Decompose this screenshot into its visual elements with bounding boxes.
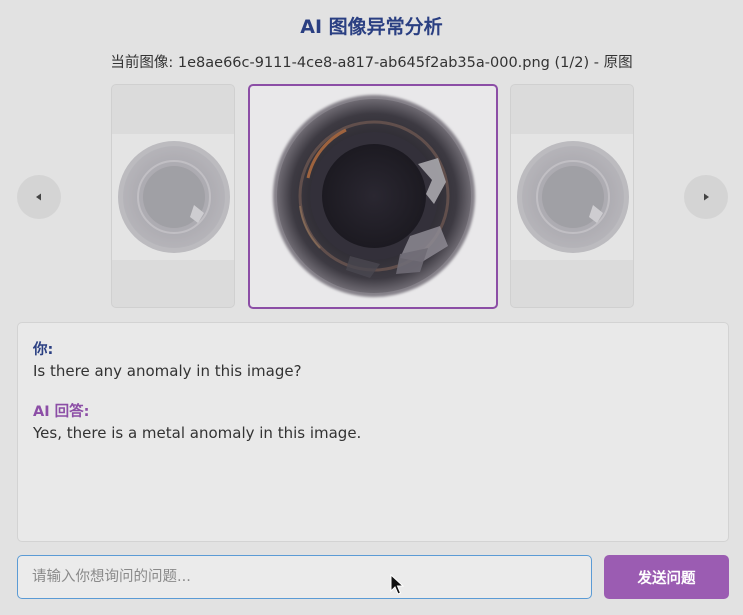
- next-image-button[interactable]: [684, 175, 728, 219]
- previous-image-button[interactable]: [17, 175, 61, 219]
- main-image-frame[interactable]: [248, 84, 498, 309]
- chat-message-user: 你: Is there any anomaly in this image?: [33, 340, 713, 382]
- chat-history-panel: 你: Is there any anomaly in this image? A…: [17, 322, 729, 542]
- message-speaker: 你:: [33, 342, 54, 358]
- bottle-main-image: [273, 95, 475, 297]
- current-image-label: 当前图像: 1e8ae66c-9111-4ce8-a817-ab645f2ab3…: [110, 55, 633, 71]
- thumbnail-dim-overlay: [112, 85, 234, 307]
- chat-message-ai: AI 回答: Yes, there is a metal anomaly in …: [33, 402, 713, 444]
- chevron-right-icon: [704, 193, 709, 201]
- message-text: Is there any anomaly in this image?: [33, 362, 302, 380]
- thumbnail-previous[interactable]: [111, 84, 235, 308]
- question-input[interactable]: [17, 555, 592, 599]
- send-question-button[interactable]: 发送问题: [604, 555, 729, 599]
- message-speaker: AI 回答:: [33, 404, 90, 420]
- thumbnail-dim-overlay: [511, 85, 633, 307]
- message-text: Yes, there is a metal anomaly in this im…: [33, 424, 362, 442]
- thumbnail-next[interactable]: [510, 84, 634, 308]
- chevron-left-icon: [36, 193, 41, 201]
- app-root: AI 图像异常分析 当前图像: 1e8ae66c-9111-4ce8-a817-…: [0, 0, 743, 615]
- page-title: AI 图像异常分析: [300, 16, 443, 38]
